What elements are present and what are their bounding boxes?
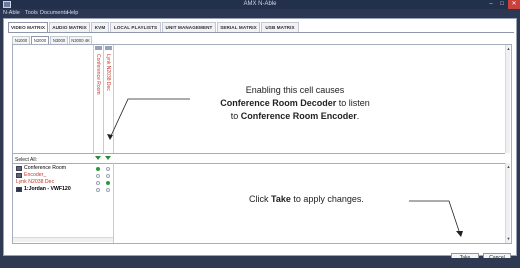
- row-label: Lynk N2038 Dec: [16, 179, 55, 185]
- column-header-conference-room[interactable]: Conference Room: [93, 45, 103, 153]
- matrix-row[interactable]: Lynk N2038 Dec: [13, 179, 113, 186]
- row-label: Conference Room: [24, 165, 67, 171]
- matrix-cell[interactable]: [93, 186, 103, 193]
- tab-audio-matrix[interactable]: AUDIO MATRIX: [49, 22, 90, 32]
- matrix-row[interactable]: 1:Jordan - VWF120: [13, 186, 113, 193]
- callout-line-2: Conference Room Decoder to listen: [190, 97, 400, 110]
- menu-tools[interactable]: Tools: [25, 9, 38, 18]
- matrix-row[interactable]: Conference Room: [13, 165, 113, 172]
- subtab-n3000[interactable]: N3000: [50, 36, 68, 44]
- main-panel: VIDEO MATRIX AUDIO MATRIX KVM LOCAL PLAY…: [3, 18, 517, 263]
- matrix-cell[interactable]: [103, 165, 113, 172]
- apply-post: to apply changes.: [290, 194, 364, 204]
- video-matrix-grid: Conference Room Lynk N2038 Dec Select Al…: [12, 44, 512, 244]
- header-divider: [13, 153, 505, 154]
- menu-bar: N-Able Tools Documents Help: [0, 9, 520, 18]
- matrix-row[interactable]: Encoder_: [13, 172, 113, 179]
- column-label: Conference Room: [95, 54, 101, 95]
- matrix-cell[interactable]: [103, 179, 113, 186]
- select-all-column-2-icon[interactable]: [105, 156, 111, 160]
- device-icon: [16, 166, 22, 171]
- row-label: 1:Jordan - VWF120: [24, 186, 71, 192]
- route-inactive-dot: [96, 187, 100, 192]
- column-headers: Conference Room Lynk N2038 Dec: [93, 45, 113, 153]
- tab-local-playlists[interactable]: LOCAL PLAYLISTS: [110, 22, 161, 32]
- route-inactive-dot: [96, 180, 100, 185]
- tab-serial-matrix[interactable]: SERIAL MATRIX: [217, 22, 260, 32]
- callout-line-3-pre: to: [230, 111, 241, 121]
- cell-explanation-callout: Enabling this cell causes Conference Roo…: [190, 84, 400, 123]
- subtab-n2000[interactable]: N2000: [31, 36, 49, 44]
- column-device-icon: [105, 46, 112, 50]
- select-all-column-1-icon[interactable]: [95, 156, 101, 160]
- menu-n-able[interactable]: N-Able: [3, 9, 20, 18]
- matrix-cell[interactable]: [103, 186, 113, 193]
- window-title: AMX N-Able: [243, 1, 277, 7]
- take-instruction: Click Take to apply changes.: [249, 194, 364, 204]
- tab-usb-matrix[interactable]: USB MATRIX: [261, 22, 299, 32]
- rows-top-divider: [13, 163, 505, 164]
- menu-help[interactable]: Help: [67, 9, 78, 18]
- route-active-dot: [96, 166, 100, 171]
- device-icon: [16, 173, 22, 178]
- apply-pre: Click: [249, 194, 271, 204]
- callout-line-3: to Conference Room Encoder.: [190, 110, 400, 123]
- status-bar: [0, 258, 520, 268]
- subtab-n1000[interactable]: N1000: [12, 36, 30, 44]
- callout-encoder: Conference Room Encoder: [240, 111, 357, 121]
- route-inactive-dot: [106, 166, 110, 171]
- tabs-divider: [8, 32, 514, 33]
- maximize-icon[interactable]: □: [497, 0, 507, 9]
- matrix-cell[interactable]: [93, 172, 103, 179]
- route-active-dot: [106, 180, 110, 185]
- subtab-n3000-4k[interactable]: N3000 4K: [69, 36, 92, 44]
- minimize-icon[interactable]: –: [486, 0, 496, 9]
- grid-icon: [16, 187, 22, 192]
- horizontal-scrollbar[interactable]: [13, 237, 113, 242]
- column-header-lynk-dec[interactable]: Lynk N2038 Dec: [103, 45, 113, 153]
- column-device-icon: [95, 46, 102, 50]
- tab-unit-management[interactable]: UNIT MANAGEMENT: [162, 22, 216, 32]
- column-divider: [113, 163, 114, 243]
- callout-line-1: Enabling this cell causes: [245, 85, 345, 95]
- callout-decoder: Conference Room Decoder: [220, 98, 337, 108]
- route-inactive-dot: [96, 173, 100, 178]
- scroll-down-icon[interactable]: ▼: [506, 236, 511, 241]
- callout-line-2-rest: to listen: [336, 98, 370, 108]
- matrix-cell[interactable]: [103, 172, 113, 179]
- menu-documents[interactable]: Documents: [40, 9, 68, 18]
- matrix-cell[interactable]: [93, 179, 103, 186]
- callout-line-3-post: .: [356, 111, 360, 121]
- rows-vertical-scrollbar[interactable]: ▲ ▼: [505, 163, 510, 243]
- apply-take: Take: [271, 194, 291, 204]
- matrix-cell[interactable]: [93, 165, 103, 172]
- route-inactive-dot: [106, 187, 110, 192]
- column-divider: [113, 45, 114, 153]
- title-bar: AMX N-Able – □ ✕: [0, 0, 520, 9]
- scroll-up-icon[interactable]: ▲: [506, 164, 511, 169]
- header-vertical-scrollbar[interactable]: ▲: [505, 45, 510, 153]
- route-inactive-dot: [106, 173, 110, 178]
- row-label: Encoder_: [24, 172, 47, 178]
- scroll-up-icon[interactable]: ▲: [506, 46, 511, 51]
- tab-kvm[interactable]: KVM: [91, 22, 109, 32]
- close-icon[interactable]: ✕: [508, 0, 520, 9]
- column-label: Lynk N2038 Dec: [105, 54, 111, 91]
